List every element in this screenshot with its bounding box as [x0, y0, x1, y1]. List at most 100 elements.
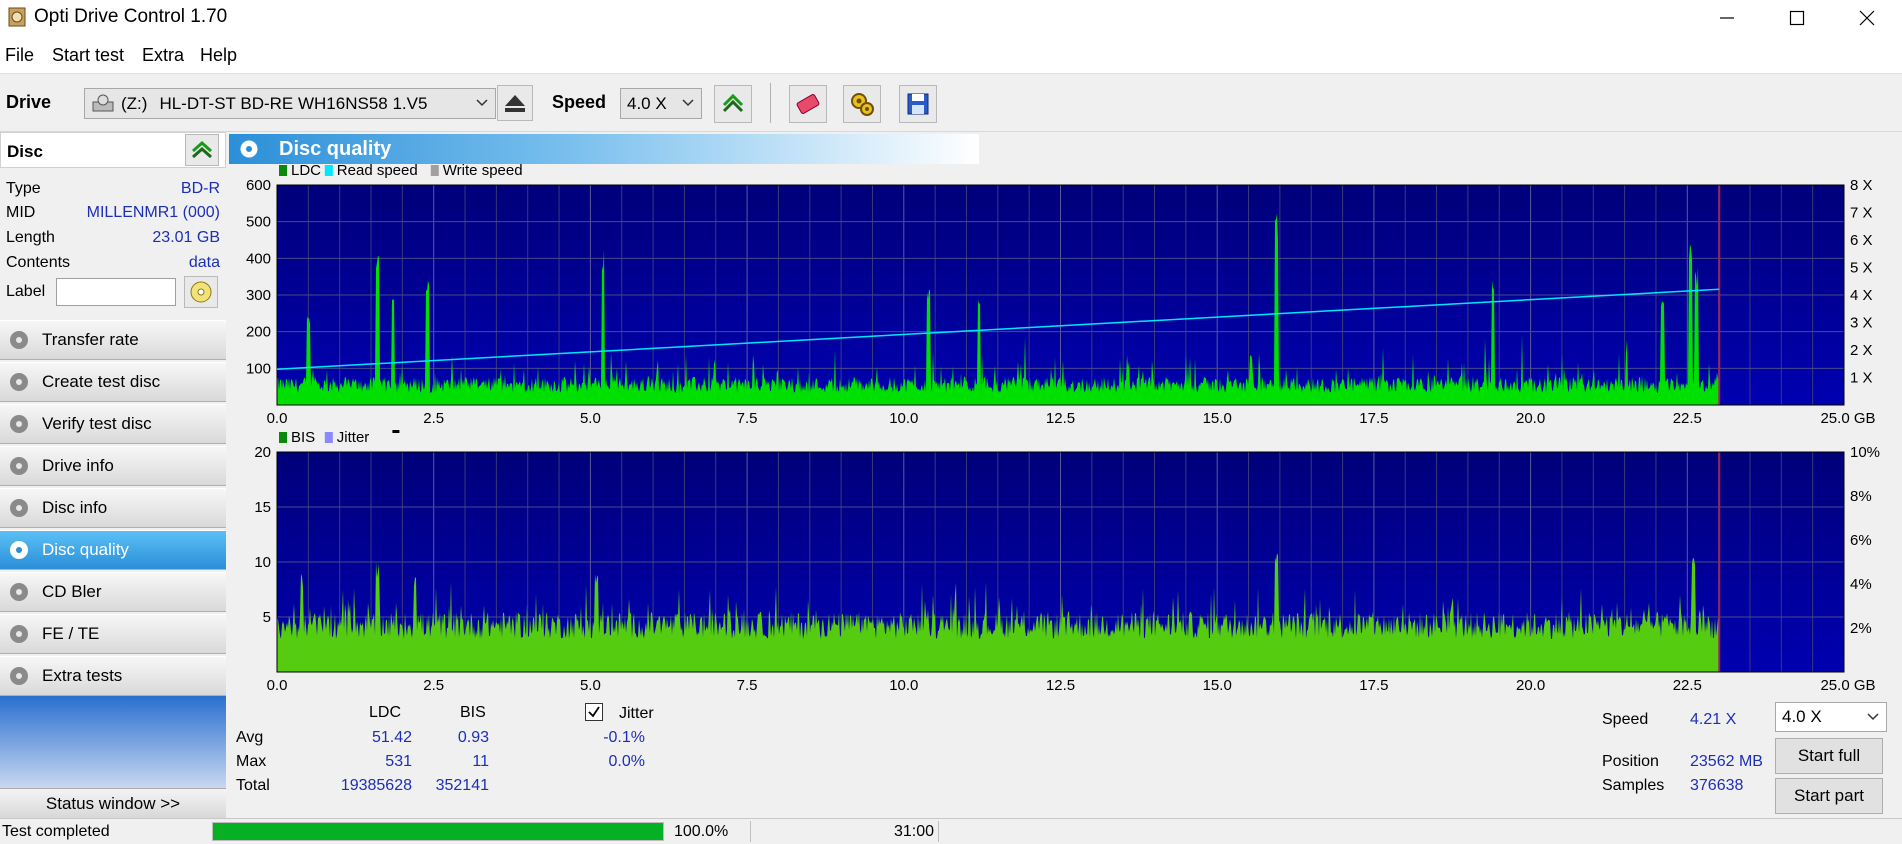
nav-item-drive-info[interactable]: Drive info	[0, 446, 226, 486]
start-part-button[interactable]: Start part	[1775, 778, 1883, 814]
x-tick-label: 25.0 GB	[1820, 410, 1875, 427]
nav-item-disc-quality[interactable]: Disc quality	[0, 530, 226, 570]
y2-tick-label: 1 X	[1850, 370, 1873, 387]
x-tick-label: 20.0	[1516, 677, 1545, 692]
minimize-icon	[1720, 17, 1734, 19]
toolbar-separator	[770, 83, 771, 123]
refresh-speed-button[interactable]	[714, 85, 752, 123]
disc-length-row: Length 23.01 GB	[6, 229, 220, 253]
disc-quality-panel: Disc quality 0.0 2.5 5.0 7.5 10.0 12.5 15.0 17.…	[229, 132, 1902, 818]
disc-length-value: 23.01 GB	[152, 229, 220, 246]
nav-item-label: Create test disc	[42, 372, 161, 391]
disc-contents-label: Contents	[6, 254, 71, 271]
x-tick-label: 5.0	[580, 677, 601, 692]
nav-item-label: Verify test disc	[42, 414, 152, 433]
eject-button[interactable]	[497, 85, 533, 121]
x-tick-label: 7.5	[737, 410, 758, 427]
disc-gear-icon	[10, 667, 28, 685]
nav-item-extra-tests[interactable]: Extra tests	[0, 656, 226, 696]
nav-item-create-test-disc[interactable]: Create test disc	[0, 362, 226, 402]
x-tick-label: 10.0	[889, 410, 918, 427]
left-panel: Disc Type BD-R MID MILLENMR1 (000) Lengt…	[0, 132, 227, 818]
disc-label-label: Label	[6, 283, 46, 300]
speed-select[interactable]: 4.0 X	[620, 88, 702, 119]
disc-gear-icon	[10, 373, 28, 391]
stats-col-jitter: Jitter	[619, 705, 654, 722]
drive-select[interactable]: (Z:) HL-DT-ST BD-RE WH16NS58 1.V5	[84, 88, 496, 119]
erase-button[interactable]	[789, 85, 827, 123]
menu-extra[interactable]: Extra	[142, 45, 184, 66]
x-tick-label: 12.5	[1046, 410, 1075, 427]
progress-percent: 100.0%	[674, 823, 729, 840]
app-icon	[8, 7, 26, 27]
nav-item-label: Drive info	[42, 456, 114, 475]
x-tick-label: 15.0	[1203, 677, 1232, 692]
stats-avg-ldc: 51.42	[371, 729, 412, 746]
nav-item-label: CD Bler	[42, 582, 102, 601]
y2-tick-label: 2 X	[1850, 342, 1873, 359]
menu-start-test[interactable]: Start test	[52, 45, 124, 66]
chevron-down-icon	[1867, 713, 1879, 721]
close-button[interactable]	[1832, 0, 1902, 36]
nav-item-fe-te[interactable]: FE / TE	[0, 614, 226, 654]
speed-select-value: 4.0 X	[627, 93, 667, 113]
disc-type-value: BD-R	[180, 180, 220, 197]
x-tick-label: 22.5	[1673, 677, 1702, 692]
disc-gear-icon	[10, 541, 28, 559]
drive-letter: (Z:)	[121, 93, 148, 113]
y2-tick-label: 2%	[1850, 620, 1872, 637]
x-tick-label: 2.5	[423, 410, 444, 427]
start-full-button[interactable]: Start full	[1775, 738, 1883, 774]
gears-icon	[851, 93, 874, 116]
y-tick-label: 200	[246, 324, 271, 341]
disc-gear-icon	[10, 583, 28, 601]
y2-tick-label: 3 X	[1850, 315, 1873, 332]
legend-swatch	[430, 165, 439, 176]
stats-total-bis: 352141	[435, 777, 489, 794]
refresh-arrows-icon	[722, 93, 744, 113]
drive-label: Drive	[6, 92, 52, 112]
maximize-button[interactable]	[1762, 0, 1832, 36]
test-speed-select[interactable]: 4.0 X	[1775, 702, 1887, 732]
status-separator	[750, 821, 751, 842]
nav-item-transfer-rate[interactable]: Transfer rate	[0, 320, 226, 360]
toolbar: Drive (Z:) HL-DT-ST BD-RE WH16NS58 1.V5 …	[0, 75, 1902, 132]
disc-write-icon	[190, 281, 212, 303]
drive-name: HL-DT-ST BD-RE WH16NS58 1.V5	[159, 93, 428, 113]
samples-label: Samples	[1602, 777, 1665, 794]
status-bar: Test completed 100.0% 31:00	[0, 818, 1902, 844]
samples-value: 376638	[1690, 777, 1744, 794]
nav-item-disc-info[interactable]: Disc info	[0, 488, 226, 528]
nav-item-cd-bler[interactable]: CD Bler	[0, 572, 226, 612]
settings-button[interactable]	[843, 85, 881, 123]
disc-refresh-button[interactable]	[185, 134, 219, 166]
disc-gear-icon	[10, 499, 28, 517]
legend-swatch	[279, 165, 287, 176]
status-window-button[interactable]: Status window >>	[0, 788, 226, 818]
checkmark-icon	[588, 706, 600, 718]
stats-avg-label: Avg	[236, 729, 264, 746]
x-tick-label: 12.5	[1046, 677, 1075, 692]
disc-gear-icon	[10, 331, 28, 349]
disc-label-apply-button[interactable]	[184, 276, 218, 308]
nav-item-verify-test-disc[interactable]: Verify test disc	[0, 404, 226, 444]
y2-tick-label: 6%	[1850, 532, 1872, 549]
jitter-checkbox[interactable]	[585, 703, 603, 721]
stats-total-ldc: 19385628	[340, 777, 412, 794]
y-tick-label: 5	[263, 609, 271, 626]
speed-label: Speed	[552, 92, 607, 112]
stats-max-ldc: 531	[385, 753, 412, 770]
chevron-down-icon	[682, 99, 694, 107]
x-tick-label: 10.0	[889, 677, 918, 692]
y-tick-label: 500	[246, 214, 271, 231]
y-tick-label: 15	[254, 499, 271, 516]
disc-label-input[interactable]	[56, 278, 176, 306]
minimize-button[interactable]	[1692, 0, 1762, 36]
x-tick-label: 0.0	[267, 677, 288, 692]
save-button[interactable]	[899, 85, 937, 123]
menu-help[interactable]: Help	[200, 45, 237, 66]
y2-tick-label: 5 X	[1850, 260, 1873, 277]
x-tick-label: 7.5	[737, 677, 758, 692]
menu-file[interactable]: File	[5, 45, 34, 66]
x-tick-label: 17.5	[1359, 677, 1388, 692]
